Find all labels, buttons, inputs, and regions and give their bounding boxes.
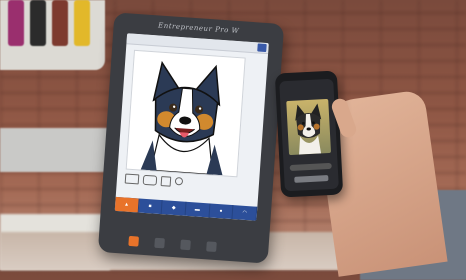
rounded-rect-shape-icon[interactable] bbox=[142, 174, 158, 186]
hardware-button[interactable] bbox=[180, 239, 191, 251]
thread-spool bbox=[74, 0, 90, 46]
close-icon[interactable] bbox=[257, 43, 267, 53]
warning-icon: ▲ bbox=[123, 201, 130, 208]
settings-menu-button[interactable]: ● bbox=[209, 203, 234, 220]
layout-menu-button[interactable]: ▬ bbox=[185, 201, 211, 218]
hardware-buttons bbox=[128, 235, 217, 253]
tablet-screen: ▲ ■ ◆ ▬ ● ◠ bbox=[114, 33, 269, 221]
smartphone bbox=[274, 70, 344, 198]
dog-illustration bbox=[140, 60, 223, 176]
machine-arm bbox=[0, 128, 120, 172]
phone-status-area bbox=[279, 79, 334, 96]
edit-menu-button[interactable]: ◆ bbox=[161, 200, 187, 216]
edit-icon: ◆ bbox=[171, 204, 176, 212]
rectangle-shape-icon[interactable] bbox=[124, 173, 140, 185]
design-canvas[interactable] bbox=[125, 49, 246, 178]
circle-shape-icon[interactable] bbox=[174, 176, 184, 186]
alert-menu-button[interactable]: ▲ bbox=[114, 196, 140, 213]
power-button[interactable] bbox=[128, 235, 139, 247]
phone-action-button[interactable] bbox=[294, 175, 329, 183]
thread-spool bbox=[30, 0, 46, 46]
screen-menubar: ▲ ■ ◆ ▬ ● ◠ bbox=[114, 196, 258, 221]
hardware-button[interactable] bbox=[206, 241, 217, 253]
thread-spool bbox=[52, 0, 68, 46]
thread-spool bbox=[8, 0, 24, 46]
small-rect-shape-icon[interactable] bbox=[160, 176, 172, 187]
wifi-menu-button[interactable]: ◠ bbox=[232, 205, 258, 221]
settings-icon: ● bbox=[219, 208, 223, 215]
phone-screen bbox=[279, 78, 339, 192]
home-menu-button[interactable]: ■ bbox=[138, 198, 163, 215]
hardware-button[interactable] bbox=[154, 237, 165, 249]
phone-dog-photo[interactable] bbox=[286, 98, 332, 156]
home-icon: ■ bbox=[148, 203, 152, 210]
wifi-icon: ◠ bbox=[242, 209, 247, 217]
phone-control-bar[interactable] bbox=[289, 162, 332, 172]
dog-photo-image bbox=[295, 103, 322, 155]
shape-toolbar bbox=[124, 173, 184, 188]
embroidery-tablet: Entrepreneur Pro W ▲ ■ ◆ ▬ ● ◠ bbox=[97, 12, 285, 264]
layout-icon: ▬ bbox=[194, 206, 201, 213]
